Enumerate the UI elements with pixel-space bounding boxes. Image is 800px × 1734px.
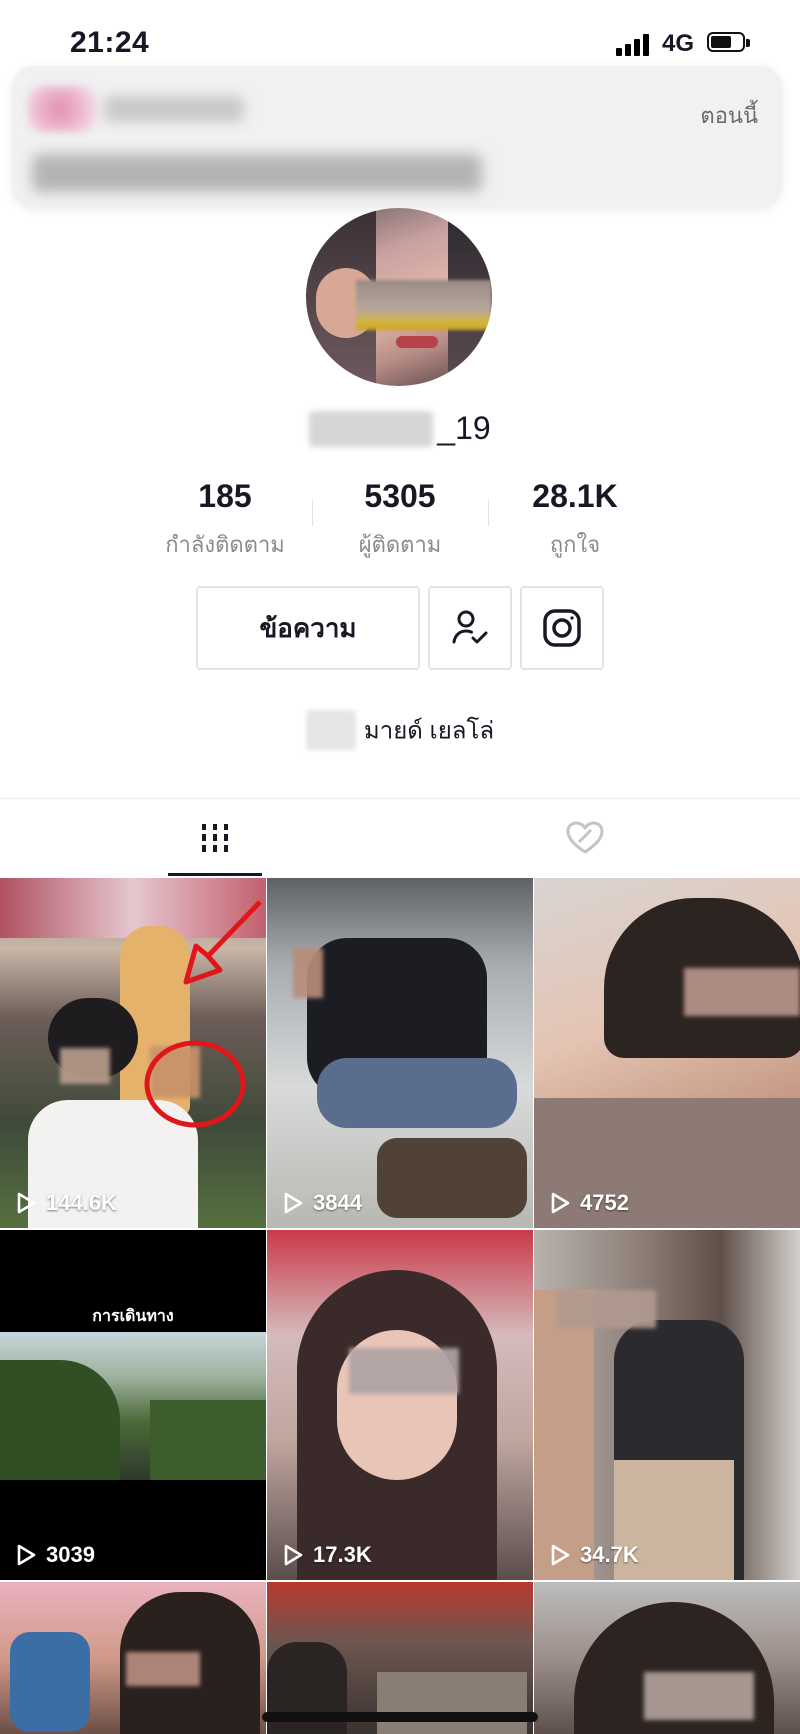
stat-followers[interactable]: 5305 ผู้ติดตาม xyxy=(315,478,485,562)
view-count-value: 3844 xyxy=(313,1190,362,1215)
video-thumbnail-1[interactable]: 144.6K xyxy=(0,878,266,1228)
play-icon xyxy=(17,1192,36,1214)
play-icon xyxy=(551,1544,570,1566)
username-redacted xyxy=(309,410,434,447)
stat-followers-label: ผู้ติดตาม xyxy=(358,532,442,557)
friends-button[interactable] xyxy=(428,586,512,670)
video-thumbnail-6[interactable]: 34.7K xyxy=(534,1230,800,1580)
annotation-circle-icon xyxy=(144,1040,246,1128)
notification-title-redacted xyxy=(104,96,244,122)
annotation-arrow-icon xyxy=(183,900,262,985)
view-count: 3039 xyxy=(16,1542,95,1568)
tab-selected-indicator xyxy=(168,873,262,876)
video-thumbnail-4[interactable]: การเดินทาง 3039 xyxy=(0,1230,266,1580)
play-icon xyxy=(284,1192,303,1214)
view-count: 34.7K xyxy=(550,1542,639,1568)
liked-heart-icon xyxy=(566,821,604,854)
play-icon xyxy=(284,1544,303,1566)
bio-emoji-redacted xyxy=(305,710,356,750)
notification-time: ตอนนี้ xyxy=(700,103,758,128)
battery-icon xyxy=(707,32,751,54)
censor-bar xyxy=(356,280,492,330)
instagram-icon xyxy=(543,609,581,647)
video-thumbnail-2[interactable]: 3844 xyxy=(267,878,533,1228)
message-button[interactable]: ข้อความ xyxy=(196,586,420,670)
stat-divider xyxy=(488,500,489,526)
tab-liked[interactable] xyxy=(560,799,610,877)
video-thumbnail-3[interactable]: 4752 xyxy=(534,878,800,1228)
status-time: 21:24 xyxy=(70,26,150,59)
video-thumbnail-9[interactable] xyxy=(534,1582,800,1734)
profile-bio: มายด์ เยลโล่ xyxy=(0,710,800,750)
view-count: 144.6K xyxy=(16,1190,117,1216)
friend-check-icon xyxy=(452,610,488,644)
video-caption: การเดินทาง xyxy=(92,1308,174,1325)
view-count-value: 4752 xyxy=(580,1190,629,1215)
username-suffix: _19 xyxy=(437,410,491,447)
stat-following[interactable]: 185 กำลังติดตาม xyxy=(140,478,310,562)
view-count: 17.3K xyxy=(283,1542,372,1568)
video-thumbnail-5[interactable]: 17.3K xyxy=(267,1230,533,1580)
stat-following-label: กำลังติดตาม xyxy=(165,532,285,557)
notification-banner[interactable]: ตอนนี้ xyxy=(12,66,782,208)
stat-likes[interactable]: 28.1K ถูกใจ xyxy=(490,478,660,562)
play-icon xyxy=(17,1544,36,1566)
cellular-signal-icon xyxy=(616,34,652,56)
stat-divider xyxy=(312,500,313,526)
stat-likes-value: 28.1K xyxy=(532,478,618,514)
profile-avatar[interactable] xyxy=(306,208,492,386)
view-count: 3844 xyxy=(283,1190,362,1216)
bio-text: มายด์ เยลโล่ xyxy=(363,717,495,745)
home-indicator[interactable] xyxy=(262,1712,538,1722)
profile-username: _19 xyxy=(0,408,800,447)
view-count-value: 34.7K xyxy=(580,1542,639,1567)
instagram-button[interactable] xyxy=(520,586,604,670)
profile-tabs xyxy=(0,798,800,879)
view-count-value: 17.3K xyxy=(313,1542,372,1567)
grid-icon xyxy=(202,824,228,852)
stat-followers-value: 5305 xyxy=(364,478,436,514)
profile-stats: 185 กำลังติดตาม 5305 ผู้ติดตาม 28.1K ถูก… xyxy=(140,478,660,558)
notification-app-icon xyxy=(28,86,98,132)
stat-following-value: 185 xyxy=(198,478,252,514)
network-type: 4G xyxy=(662,30,695,57)
stat-likes-label: ถูกใจ xyxy=(549,532,601,557)
view-count-value: 3039 xyxy=(46,1542,95,1567)
view-count-value: 144.6K xyxy=(46,1190,117,1215)
video-thumbnail-7[interactable] xyxy=(0,1582,266,1734)
video-grid: 144.6K 3844 4752 การเดินทาง 3039 17.3K 3… xyxy=(0,878,800,1734)
play-icon xyxy=(551,1192,570,1214)
notification-text-redacted xyxy=(32,154,482,192)
view-count: 4752 xyxy=(550,1190,629,1216)
tab-videos[interactable] xyxy=(168,799,262,877)
